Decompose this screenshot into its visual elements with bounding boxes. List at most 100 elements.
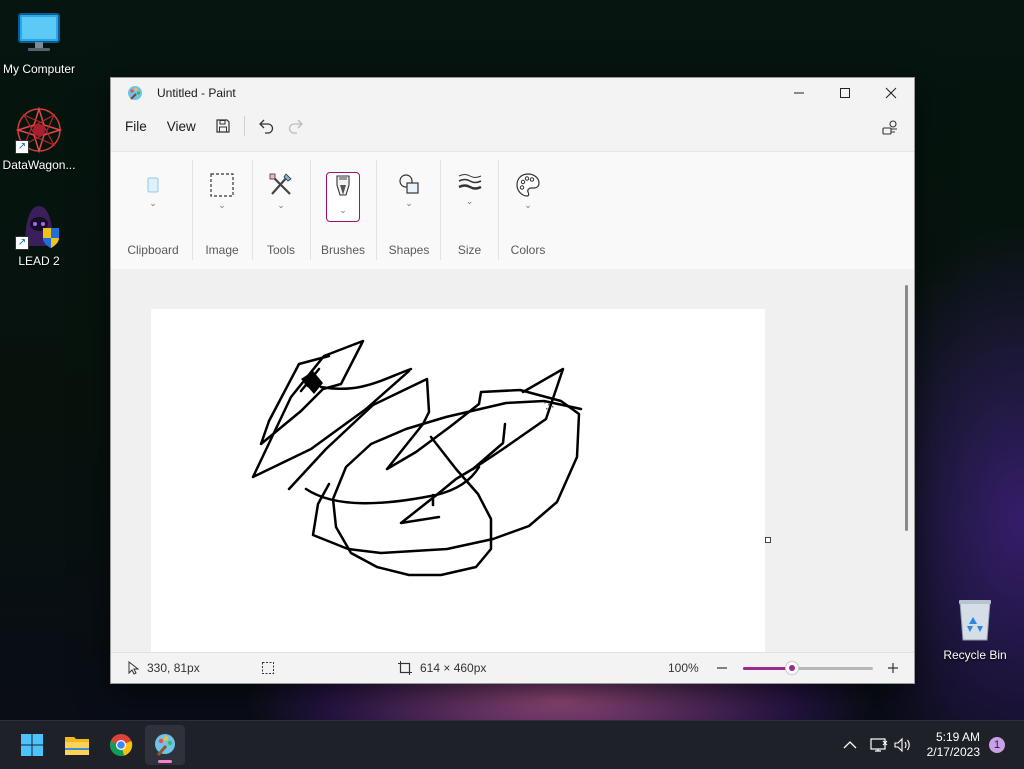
- network-button[interactable]: [870, 721, 888, 769]
- canvas-size-icon: [398, 661, 412, 675]
- selection-size-icon: [262, 662, 274, 674]
- chevron-down-icon: ⌄: [524, 200, 532, 210]
- group-label: Brushes: [320, 243, 366, 257]
- menu-file[interactable]: File: [117, 113, 155, 140]
- desktop-icon-label: LEAD 2: [18, 254, 60, 268]
- share-button[interactable]: [878, 116, 902, 140]
- group-label: Size: [457, 243, 482, 257]
- volume-icon: [894, 737, 910, 753]
- clipboard-button[interactable]: ⌄: [137, 172, 169, 220]
- selection-icon: [210, 173, 234, 197]
- zoom-slider-fill: [743, 667, 793, 670]
- paint-window: Untitled - Paint File View ⌄ Clipboard ⌄…: [110, 77, 915, 684]
- shapes-button[interactable]: ⌄: [393, 172, 425, 220]
- minus-icon: [717, 667, 727, 669]
- desktop-icon-my-computer[interactable]: My Computer: [0, 10, 84, 76]
- start-icon: [21, 734, 43, 756]
- volume-button[interactable]: [894, 721, 912, 769]
- colors-button[interactable]: ⌄: [512, 172, 544, 220]
- selection-size: [261, 653, 275, 683]
- chrome-icon: [109, 734, 133, 757]
- divider: [243, 116, 245, 136]
- paint-app-icon: [127, 85, 143, 101]
- chevron-down-icon: ⌄: [405, 198, 413, 208]
- chevron-down-icon: ⌄: [277, 200, 285, 210]
- zoom-in-button[interactable]: [887, 653, 899, 683]
- taskbar: 5:19 AM 2/17/2023 1: [0, 720, 1024, 769]
- group-label: Tools: [266, 243, 295, 257]
- group-shapes: ⌄ Shapes: [377, 152, 441, 269]
- maximize-button[interactable]: [822, 78, 868, 108]
- chevron-down-icon: ⌄: [465, 196, 474, 206]
- minimize-button[interactable]: [776, 78, 822, 108]
- palette-icon: [516, 173, 540, 197]
- plus-icon: [888, 663, 898, 673]
- menu-view[interactable]: View: [159, 113, 204, 140]
- vertical-scrollbar[interactable]: [905, 285, 908, 531]
- group-brushes: ⌄ Brushes: [311, 152, 375, 269]
- redo-button[interactable]: [281, 112, 311, 140]
- save-icon: [216, 119, 230, 133]
- group-clipboard: ⌄ Clipboard: [121, 152, 185, 269]
- desktop-icon-lead[interactable]: ↗ LEAD 2: [0, 202, 84, 268]
- scribble-drawing: [251, 339, 583, 577]
- ribbon: ⌄ Clipboard ⌄ Image ⌄ Tools ⌄ Brushes ⌄ …: [111, 151, 914, 270]
- group-label: Clipboard: [127, 243, 179, 257]
- chevron-down-icon: ⌄: [218, 200, 226, 210]
- start-button[interactable]: [12, 725, 52, 765]
- undo-icon: [258, 119, 273, 134]
- maximize-icon: [840, 88, 850, 98]
- tools-button[interactable]: ⌄: [265, 172, 297, 220]
- lead-icon: ↗: [15, 202, 63, 250]
- desktop-icon-recycle-bin[interactable]: Recycle Bin: [930, 596, 1020, 662]
- close-button[interactable]: [868, 78, 914, 108]
- clock-date: 2/17/2023: [926, 745, 980, 759]
- group-size: ⌄ Size: [441, 152, 498, 269]
- status-bar: 330, 81px 614 × 460px 100%: [111, 652, 914, 683]
- paint-taskbar-button[interactable]: [145, 725, 185, 765]
- recycle-bin-icon: [951, 596, 999, 644]
- desktop-icon-label: My Computer: [2, 62, 76, 76]
- select-button[interactable]: ⌄: [206, 172, 238, 220]
- shortcut-arrow-icon: ↗: [15, 236, 29, 250]
- zoom-slider-thumb[interactable]: [786, 662, 799, 674]
- file-explorer-icon: [65, 737, 89, 755]
- file-explorer-button[interactable]: [57, 725, 97, 765]
- cursor-position: 330, 81px: [127, 653, 200, 683]
- canvas-resize-handle[interactable]: [765, 537, 771, 543]
- group-label: Shapes: [388, 243, 430, 257]
- canvas-size-text: 614 × 460px: [420, 661, 487, 675]
- title-bar[interactable]: Untitled - Paint: [111, 78, 914, 108]
- clock[interactable]: 5:19 AM 2/17/2023: [927, 730, 980, 760]
- zoom-out-button[interactable]: [716, 653, 728, 683]
- active-indicator: [158, 760, 172, 763]
- paint-icon: [155, 734, 175, 756]
- group-image: ⌄ Image: [193, 152, 251, 269]
- canvas-size: 614 × 460px: [398, 653, 486, 683]
- group-label: Colors: [510, 243, 546, 257]
- drawing-canvas[interactable]: [151, 309, 765, 652]
- chrome-button[interactable]: [101, 725, 141, 765]
- minimize-icon: [794, 92, 804, 94]
- brushes-button[interactable]: ⌄: [326, 172, 360, 222]
- zoom-level: 100%: [668, 661, 699, 675]
- chevron-up-icon: [843, 741, 857, 749]
- show-hidden-icons-button[interactable]: [843, 721, 857, 769]
- menu-bar: File View: [111, 108, 914, 144]
- window-title: Untitled - Paint: [157, 86, 236, 100]
- monitor-icon: [15, 10, 63, 58]
- close-icon: [885, 87, 897, 99]
- brush-icon: [336, 175, 350, 196]
- chevron-down-icon: ⌄: [149, 198, 157, 208]
- notification-badge[interactable]: 1: [989, 737, 1005, 753]
- size-button[interactable]: ⌄: [454, 172, 486, 220]
- zoom-slider[interactable]: [743, 662, 873, 674]
- group-label: Image: [205, 243, 239, 257]
- cursor-position-text: 330, 81px: [147, 661, 200, 675]
- save-button[interactable]: [208, 112, 238, 140]
- undo-button[interactable]: [251, 112, 281, 140]
- shapes-icon: [399, 174, 419, 194]
- clock-time: 5:19 AM: [935, 730, 980, 744]
- group-colors: ⌄ Colors: [499, 152, 557, 269]
- desktop-icon-datawagon[interactable]: ↗ DataWagon...: [0, 106, 84, 172]
